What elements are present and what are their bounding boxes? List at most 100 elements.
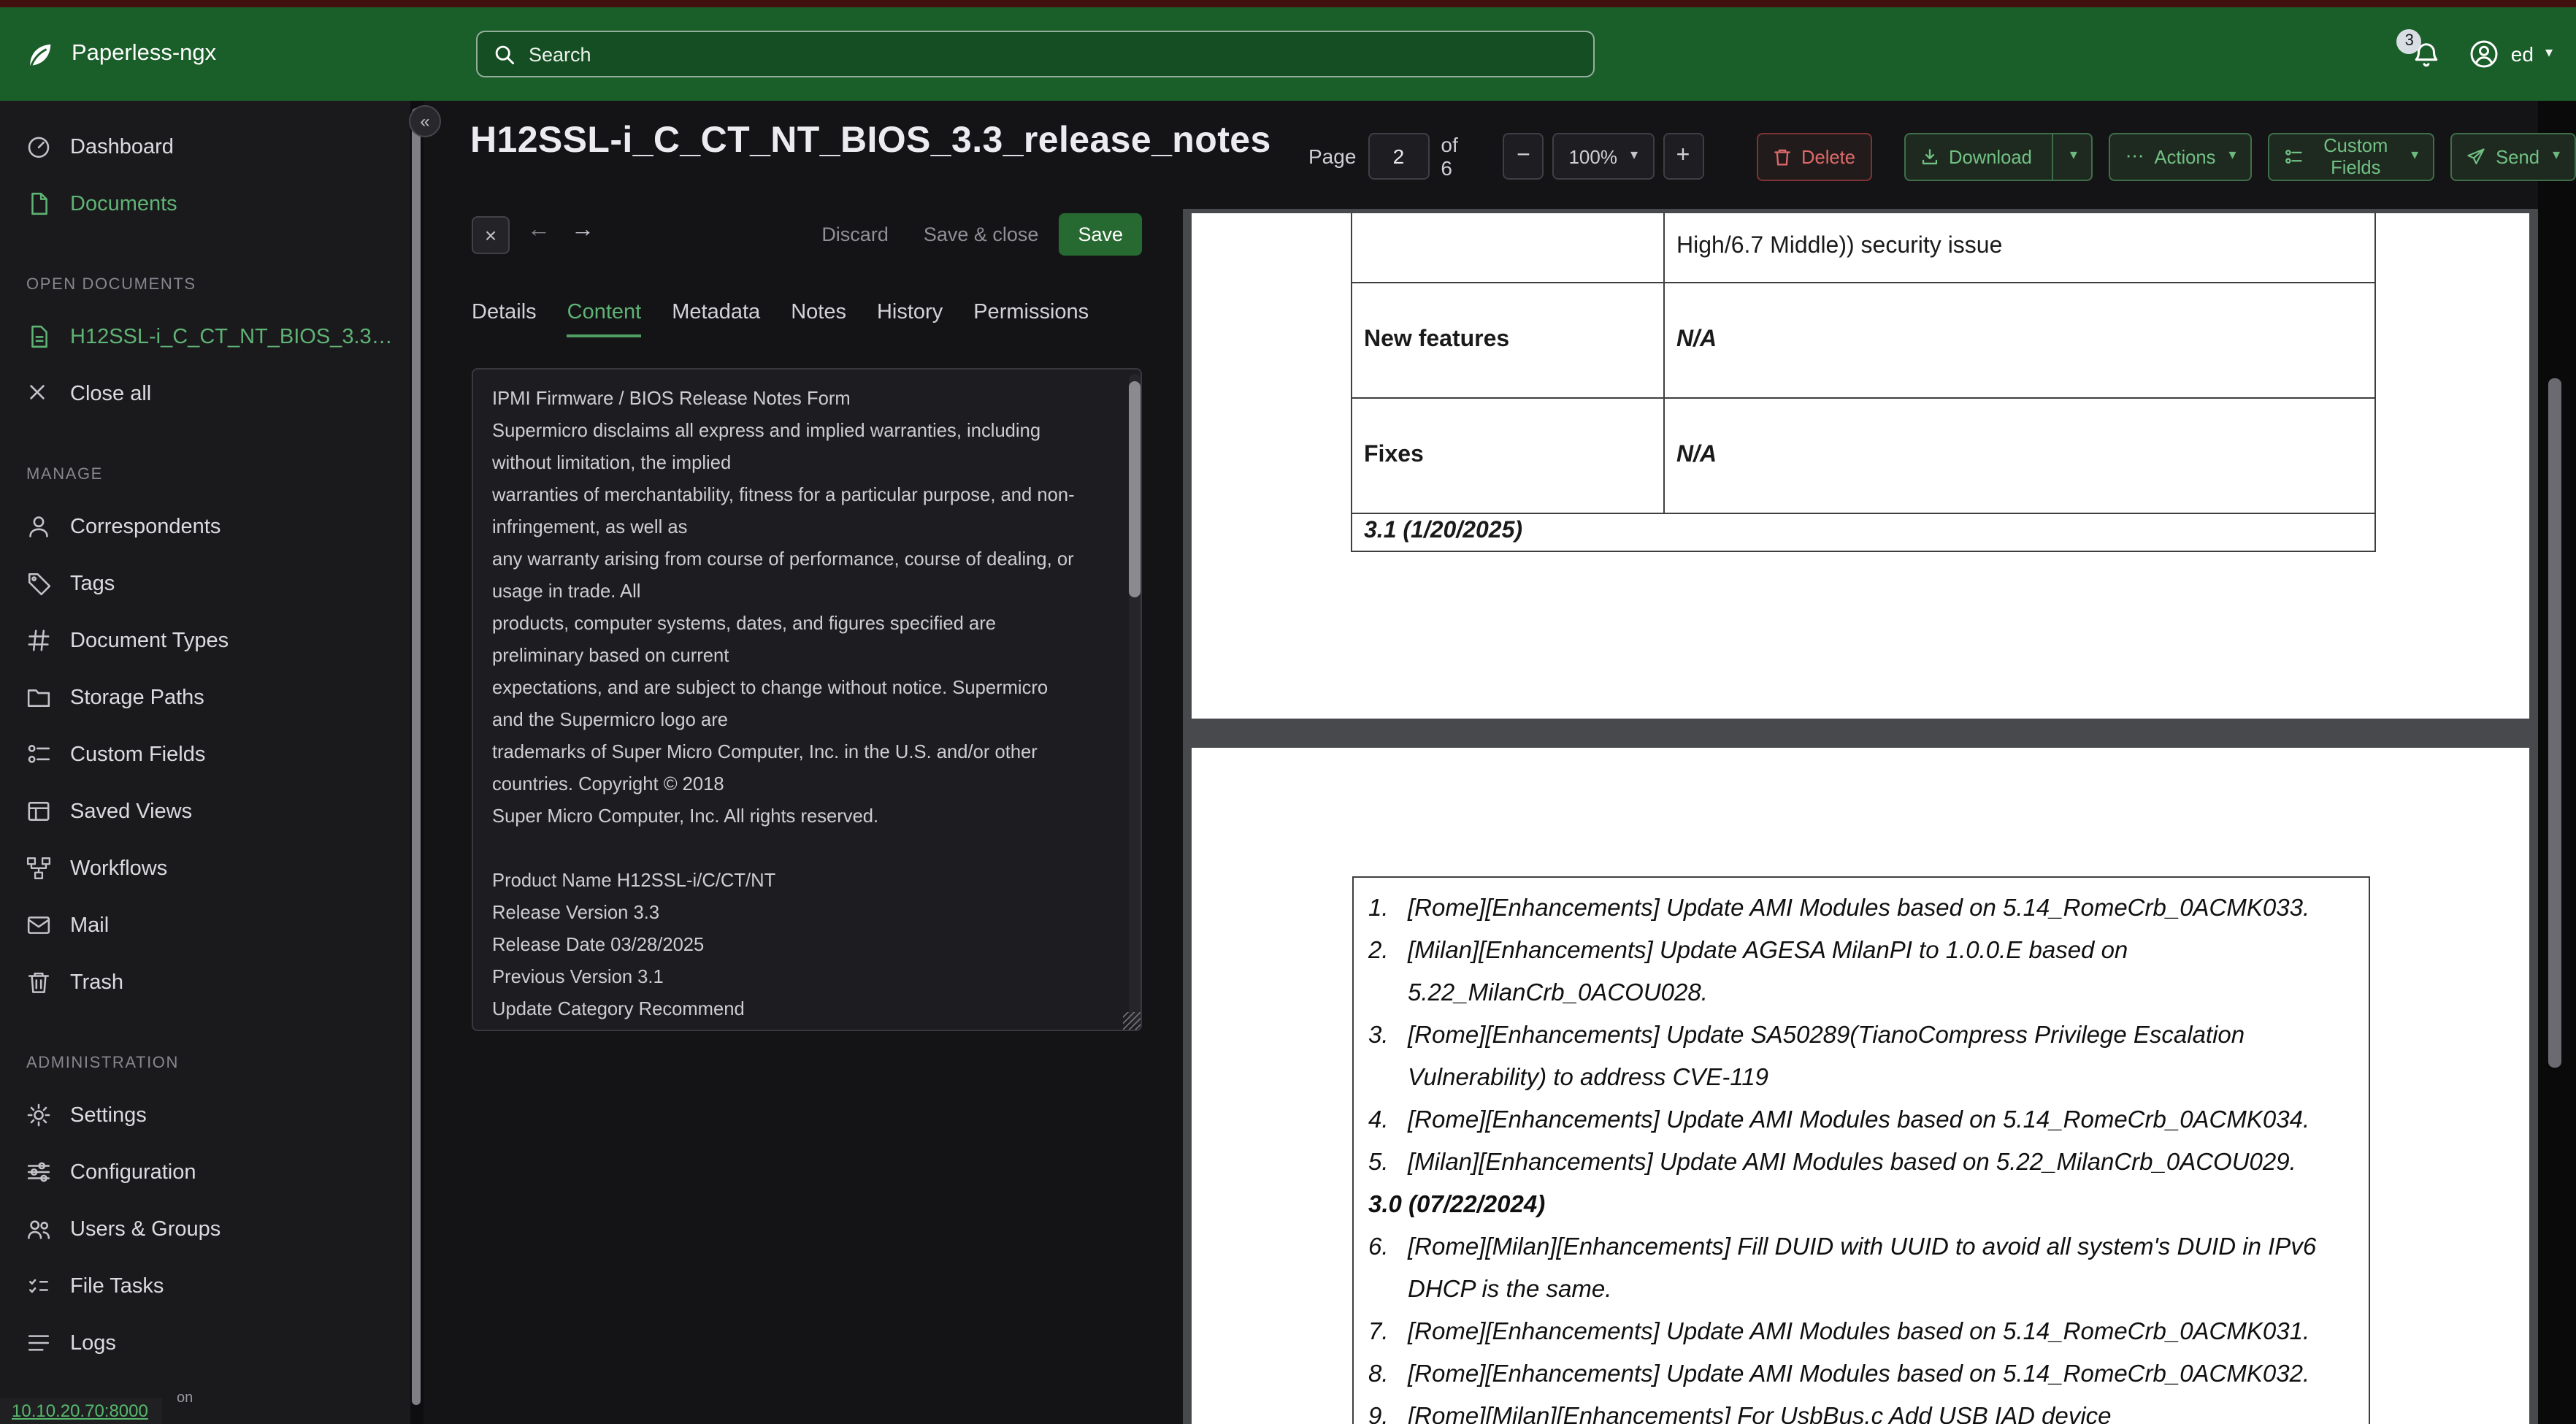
download-button[interactable]: Download ▾: [1904, 132, 2093, 180]
app-brand[interactable]: Paperless-ngx: [23, 7, 216, 101]
status-url: 10.10.20.70:8000: [12, 1401, 148, 1421]
window-chrome-strip: [0, 0, 2576, 7]
tab-notes[interactable]: Notes: [791, 301, 846, 337]
list-item: 6. [Rome][Milan][Enhancements] Fill DUID …: [1368, 1234, 2317, 1303]
editor-tabs: Details Content Metadata Notes History P…: [472, 301, 1089, 337]
sidebar-item-dashboard[interactable]: Dashboard: [0, 118, 423, 175]
pdf-preview-pane[interactable]: High/6.7 Middle)) security issue New fea…: [1183, 209, 2538, 1424]
tag-icon: [26, 571, 51, 596]
delete-button[interactable]: Delete: [1756, 132, 1871, 180]
zoom-select[interactable]: 100% ▾: [1552, 133, 1654, 180]
list-item: 1. [Rome][Enhancements] Update AMI Module…: [1368, 895, 2310, 922]
mail-icon: [26, 913, 51, 938]
tab-content[interactable]: Content: [567, 301, 642, 337]
chevron-down-icon: ▾: [2411, 148, 2419, 164]
sidebar-item-settings[interactable]: Settings: [0, 1087, 423, 1144]
sidebar-scrollbar-thumb[interactable]: [412, 108, 421, 1405]
person-icon: [26, 514, 51, 539]
trash-icon: [26, 970, 51, 995]
previous-document-button[interactable]: ←: [527, 218, 551, 244]
main-scrollbar[interactable]: [2538, 101, 2576, 1424]
notifications-button[interactable]: 3: [2396, 28, 2441, 68]
workflow-icon: [26, 856, 51, 881]
chevron-down-icon: ▾: [2552, 148, 2560, 164]
arrow-right-icon: →: [571, 218, 594, 242]
editor-actions: Discard Save & close Save: [807, 213, 1142, 256]
chevron-down-icon: ▾: [2069, 148, 2077, 164]
app-title: Paperless-ngx: [72, 41, 217, 66]
sidebar-item-open-document[interactable]: H12SSL-i_C_CT_NT_BIOS_3.3_release_notes: [0, 308, 423, 365]
discard-button[interactable]: Discard: [807, 213, 903, 256]
zoom-value: 100%: [1568, 145, 1617, 167]
sidebar-item-document-types[interactable]: Document Types: [0, 612, 423, 669]
list-item: 8. [Rome][Enhancements] Update AMI Module…: [1368, 1361, 2310, 1387]
hash-icon: [26, 628, 51, 653]
sidebar-item-logs[interactable]: Logs: [0, 1314, 423, 1371]
sidebar-item-trash[interactable]: Trash: [0, 954, 423, 1011]
list-item: 9. [Rome][Milan][Enhancements] For UsbBus…: [1368, 1404, 2112, 1424]
sidebar-scrollbar[interactable]: [410, 101, 423, 1424]
user-avatar-icon: [2470, 39, 2499, 69]
table-cell-label: New features: [1351, 281, 1665, 398]
pdf-page-gap: [1183, 719, 2538, 748]
zoom-in-button[interactable]: +: [1663, 133, 1703, 180]
tab-history[interactable]: History: [877, 301, 943, 337]
save-and-close-button[interactable]: Save & close: [909, 213, 1054, 256]
page-number-input[interactable]: [1368, 133, 1430, 180]
folder-icon: [26, 685, 51, 710]
sidebar-item-tags[interactable]: Tags: [0, 555, 423, 612]
page-total: of 6: [1441, 133, 1458, 180]
sidebar-item-mail[interactable]: Mail: [0, 897, 423, 954]
sidebar-item-configuration[interactable]: Configuration: [0, 1144, 423, 1201]
search-icon: [494, 43, 515, 65]
tab-permissions[interactable]: Permissions: [973, 301, 1089, 337]
list-icon: [26, 1331, 51, 1355]
table-cell-value: N/A: [1663, 281, 2376, 398]
content-scrollbar-thumb[interactable]: [1129, 381, 1141, 597]
version-heading: 3.0 (07/22/2024): [1368, 1192, 1546, 1218]
custom-fields-button[interactable]: Custom Fields ▾: [2268, 132, 2435, 180]
sidebar-item-close-all[interactable]: Close all: [0, 365, 423, 422]
search-input[interactable]: [529, 43, 1577, 65]
send-button[interactable]: Send ▾: [2450, 132, 2576, 180]
sidebar-item-users-groups[interactable]: Users & Groups: [0, 1201, 423, 1258]
sidebar-item-workflows[interactable]: Workflows: [0, 840, 423, 897]
main-scrollbar-thumb[interactable]: [2548, 378, 2561, 1068]
sidebar-item-custom-fields[interactable]: Custom Fields: [0, 726, 423, 783]
chevron-left-double-icon: «: [420, 111, 430, 131]
zoom-controls: − 100% ▾ +: [1503, 133, 1703, 180]
save-button[interactable]: Save: [1059, 213, 1142, 256]
sidebar-item-correspondents[interactable]: Correspondents: [0, 498, 423, 555]
textarea-resize-handle[interactable]: [1123, 1012, 1141, 1030]
sidebar-collapse-button[interactable]: «: [409, 105, 441, 137]
sidebar-item-documents[interactable]: Documents: [0, 175, 423, 232]
file-tasks-icon: [26, 1274, 51, 1298]
user-menu[interactable]: ed ▾: [2470, 39, 2553, 69]
chevron-down-icon: ▾: [1630, 148, 1638, 164]
arrow-left-icon: ←: [527, 218, 551, 242]
download-menu-toggle[interactable]: ▾: [2052, 134, 2077, 179]
section-title-administration: ADMINISTRATION: [26, 1054, 179, 1072]
sidebar-item-storage-paths[interactable]: Storage Paths: [0, 669, 423, 726]
content-scrollbar[interactable]: [1129, 374, 1141, 1025]
tab-metadata[interactable]: Metadata: [672, 301, 760, 337]
table-cell-partial: High/6.7 Middle)) security issue: [1663, 213, 2376, 283]
status-extra: on: [177, 1390, 193, 1406]
table-cell-value: N/A: [1663, 397, 2376, 513]
sidebar-item-saved-views[interactable]: Saved Views: [0, 783, 423, 840]
page-label: Page: [1308, 145, 1357, 168]
tab-details[interactable]: Details: [472, 301, 537, 337]
gear-icon: [26, 1103, 51, 1128]
actions-button[interactable]: ⋯ Actions ▾: [2109, 132, 2253, 180]
list-item: 5. [Milan][Enhancements] Update AMI Modul…: [1368, 1149, 2296, 1176]
close-document-button[interactable]: ×: [472, 216, 510, 254]
list-item: 4. [Rome][Enhancements] Update AMI Module…: [1368, 1107, 2310, 1133]
users-icon: [26, 1217, 51, 1241]
sidebar-item-file-tasks[interactable]: File Tasks: [0, 1258, 423, 1314]
dashboard-icon: [26, 134, 51, 159]
release-notes-table: High/6.7 Middle)) security issue New fea…: [1351, 213, 2376, 551]
next-document-button[interactable]: →: [571, 218, 594, 244]
content-textarea[interactable]: IPMI Firmware / BIOS Release Notes Form …: [472, 368, 1142, 1031]
zoom-out-button[interactable]: −: [1503, 133, 1544, 180]
notification-badge: 3: [2396, 28, 2422, 53]
